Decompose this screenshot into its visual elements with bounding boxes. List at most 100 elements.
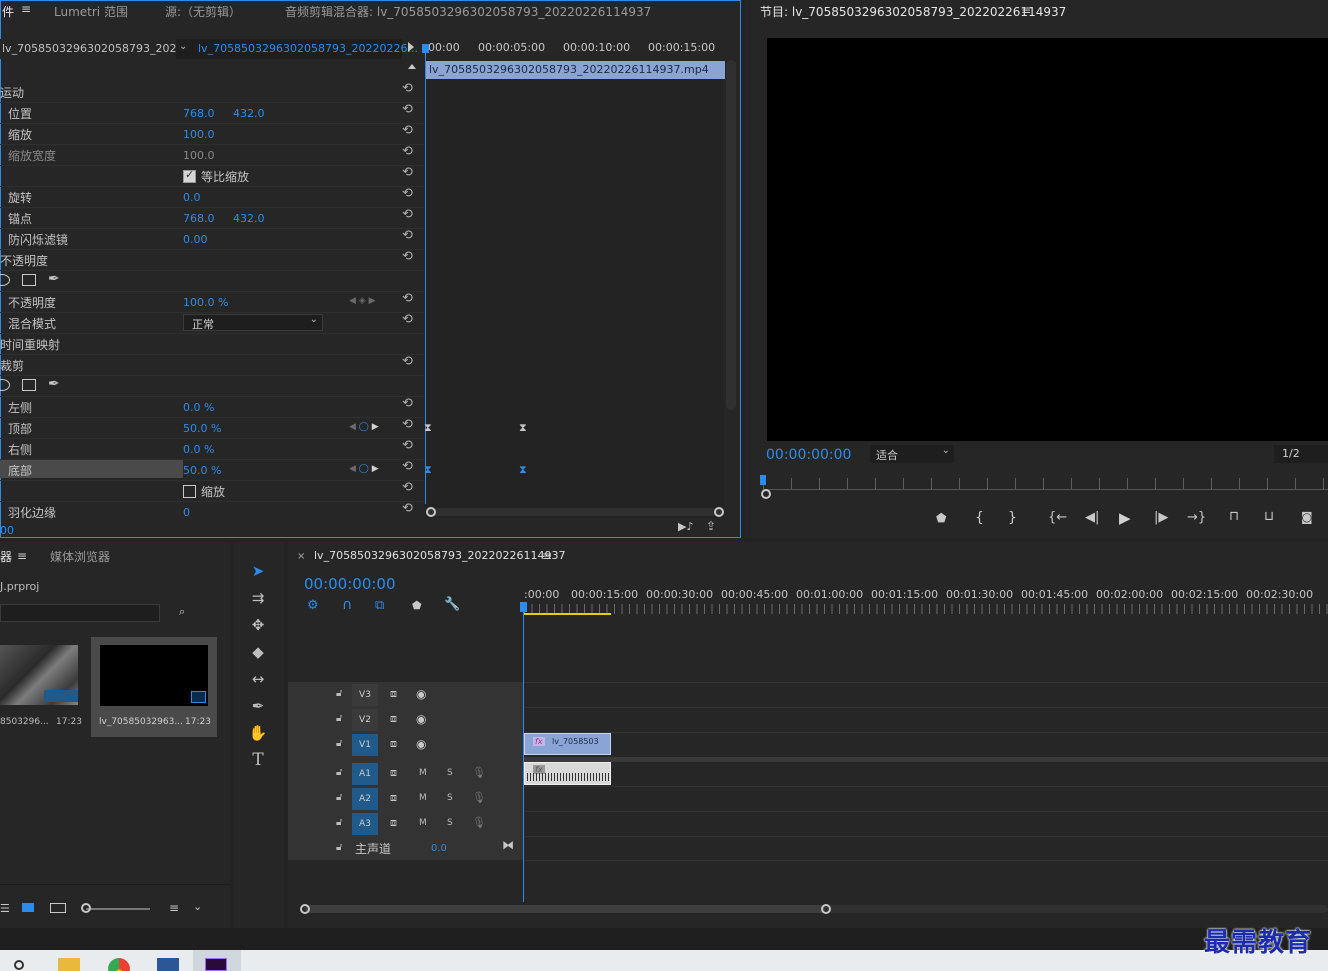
crop-left-value[interactable]: 0.0 % xyxy=(183,401,214,414)
sync-lock-icon[interactable]: ⧈ xyxy=(390,737,397,751)
time-remap-header[interactable]: 时间重映射 xyxy=(0,336,60,353)
motion-header[interactable]: 运动 xyxy=(0,84,24,101)
timeline-scroll-thumb[interactable] xyxy=(305,905,825,913)
pen-tool-icon[interactable]: ✒ xyxy=(248,696,268,716)
ec-playhead[interactable] xyxy=(425,44,426,504)
microphone-icon[interactable]: 🎙︎ xyxy=(472,816,486,829)
sort-icon[interactable]: ≡ xyxy=(169,901,179,915)
anchor-y-value[interactable]: 432.0 xyxy=(233,212,265,225)
rectangle-mask-icon[interactable] xyxy=(22,379,36,391)
feather-value[interactable]: 0 xyxy=(183,506,190,519)
freeform-view-icon[interactable] xyxy=(50,903,66,913)
timeline-playhead[interactable] xyxy=(523,602,524,902)
sync-lock-icon[interactable]: ⧈ xyxy=(390,687,397,701)
keyframe-nav-icon[interactable]: ◀ ◯ ▶ xyxy=(349,422,379,432)
crop-bottom-value[interactable]: 50.0 % xyxy=(183,464,221,477)
tab-media-browser[interactable]: 媒体浏览器 xyxy=(50,548,110,565)
zoom-slider[interactable] xyxy=(86,908,150,910)
reset-icon[interactable]: ⟲ xyxy=(402,355,416,369)
reset-icon[interactable]: ⟲ xyxy=(402,481,416,495)
master-volume-value[interactable]: 0.0 xyxy=(431,843,447,854)
microphone-icon[interactable]: 🎙︎ xyxy=(472,766,486,779)
eye-icon[interactable]: ◉ xyxy=(416,687,426,701)
keyframe-marker[interactable]: ⧗ xyxy=(519,421,527,435)
tab-audio-clip-mixer[interactable]: 音频剪辑混合器: lv_7058503296302058793_20220226… xyxy=(285,3,651,20)
scroll-handle[interactable] xyxy=(300,904,310,914)
file-explorer-icon[interactable] xyxy=(58,958,80,971)
ec-horizontal-scrollbar[interactable] xyxy=(428,508,722,516)
keyframe-marker[interactable]: ⧗ xyxy=(519,463,527,477)
timeline-sequence-tab[interactable]: lv_7058503296302058793_20220226114937 xyxy=(314,549,566,562)
zoom-checkbox[interactable] xyxy=(183,485,196,498)
lock-icon[interactable]: 🔓︎ xyxy=(336,767,342,778)
add-marker-icon[interactable]: ⬟ xyxy=(936,511,946,525)
opacity-value[interactable]: 100.0 % xyxy=(183,296,228,309)
reset-icon[interactable]: ⟲ xyxy=(402,439,416,453)
track-a2[interactable]: A2 xyxy=(352,788,378,810)
crop-top-value[interactable]: 50.0 % xyxy=(183,422,221,435)
work-area-bar[interactable] xyxy=(524,613,611,615)
add-marker-icon[interactable]: ⬟ xyxy=(412,599,422,612)
solo-button[interactable]: S xyxy=(447,793,453,803)
video-audio-separator[interactable] xyxy=(524,757,1328,762)
program-video-canvas[interactable] xyxy=(767,38,1328,441)
track-a1[interactable]: A1 xyxy=(352,763,378,785)
reset-icon[interactable]: ⟲ xyxy=(402,124,416,138)
linked-selection-icon[interactable]: ⧉ xyxy=(375,598,384,613)
camera-icon[interactable]: ◙ xyxy=(1301,510,1313,524)
effect-scroll-up-icon[interactable] xyxy=(408,64,416,69)
play-triangle-icon[interactable] xyxy=(408,42,414,52)
wrench-icon[interactable]: 🔧 xyxy=(444,597,460,612)
ec-vertical-scrollbar[interactable] xyxy=(726,60,736,410)
pen-mask-icon[interactable]: ✒ xyxy=(48,271,60,287)
keyframe-marker[interactable]: ⧗ xyxy=(424,463,432,477)
lock-icon[interactable]: 🔓︎ xyxy=(336,688,342,699)
premiere-pro-icon[interactable] xyxy=(205,958,227,971)
close-icon[interactable]: × xyxy=(297,551,305,562)
reset-icon[interactable]: ⟲ xyxy=(402,208,416,222)
timeline-timecode[interactable]: 00:00:00:00 xyxy=(304,575,396,593)
tab-source[interactable]: 源:（无剪辑） xyxy=(165,3,241,20)
antiflicker-value[interactable]: 0.00 xyxy=(183,233,208,246)
opacity-section-header[interactable]: 不透明度 xyxy=(0,252,48,269)
timeline-ruler-ticks[interactable] xyxy=(524,604,1328,614)
scroll-handle[interactable] xyxy=(761,489,771,499)
panel-menu-icon[interactable]: ≡ xyxy=(1021,3,1031,17)
reset-icon[interactable]: ⟲ xyxy=(402,460,416,474)
reset-icon[interactable]: ⟲ xyxy=(402,166,416,180)
reset-icon[interactable]: ⟲ xyxy=(402,502,416,516)
ripple-edit-tool-icon[interactable]: ✥ xyxy=(248,615,268,635)
snap-icon[interactable]: ∩ xyxy=(342,597,352,613)
search-icon[interactable] xyxy=(14,960,24,970)
program-timecode[interactable]: 00:00:00:00 xyxy=(766,447,851,463)
track-v3[interactable]: V3 xyxy=(352,684,378,706)
lock-icon[interactable]: 🔓︎ xyxy=(336,792,342,803)
razor-tool-icon[interactable]: ◆ xyxy=(248,642,268,662)
play-button[interactable]: ▶ xyxy=(1119,509,1131,527)
scroll-handle[interactable] xyxy=(821,904,831,914)
track-select-tool-icon[interactable]: ⇉ xyxy=(248,588,268,608)
word-icon[interactable] xyxy=(157,958,179,971)
panel-menu-icon[interactable]: ≡ xyxy=(542,549,552,563)
reset-icon[interactable]: ⟲ xyxy=(402,313,416,327)
sync-lock-icon[interactable]: ⧈ xyxy=(390,791,397,805)
lock-icon[interactable]: 🔓︎ xyxy=(336,713,342,724)
rectangle-mask-icon[interactable] xyxy=(22,274,36,286)
monitor-playhead[interactable] xyxy=(760,475,766,485)
rotation-value[interactable]: 0.0 xyxy=(183,191,201,204)
hand-tool-icon[interactable]: ✋ xyxy=(248,723,268,743)
reset-icon[interactable]: ⟲ xyxy=(402,397,416,411)
mute-button[interactable]: M xyxy=(419,818,427,828)
sync-lock-icon[interactable]: ⧈ xyxy=(390,712,397,726)
nest-toggle-icon[interactable]: ⚙ xyxy=(307,598,319,613)
lock-icon[interactable]: 🔓︎ xyxy=(336,817,342,828)
ec-clip-bar[interactable]: lv_7058503296302058793_20220226114937.mp… xyxy=(425,61,725,79)
track-a3[interactable]: A3 xyxy=(352,813,378,835)
find-icon[interactable]: ⌕ xyxy=(179,605,185,619)
uniform-scale-checkbox[interactable]: ✓ xyxy=(183,168,196,183)
tab-project[interactable]: 器 xyxy=(0,548,12,565)
panel-menu-icon[interactable]: ≡ xyxy=(17,549,27,563)
microphone-icon[interactable]: 🎙︎ xyxy=(472,791,486,804)
pen-mask-icon[interactable]: ✒ xyxy=(48,376,60,392)
audio-clip[interactable]: fx xyxy=(524,762,611,785)
